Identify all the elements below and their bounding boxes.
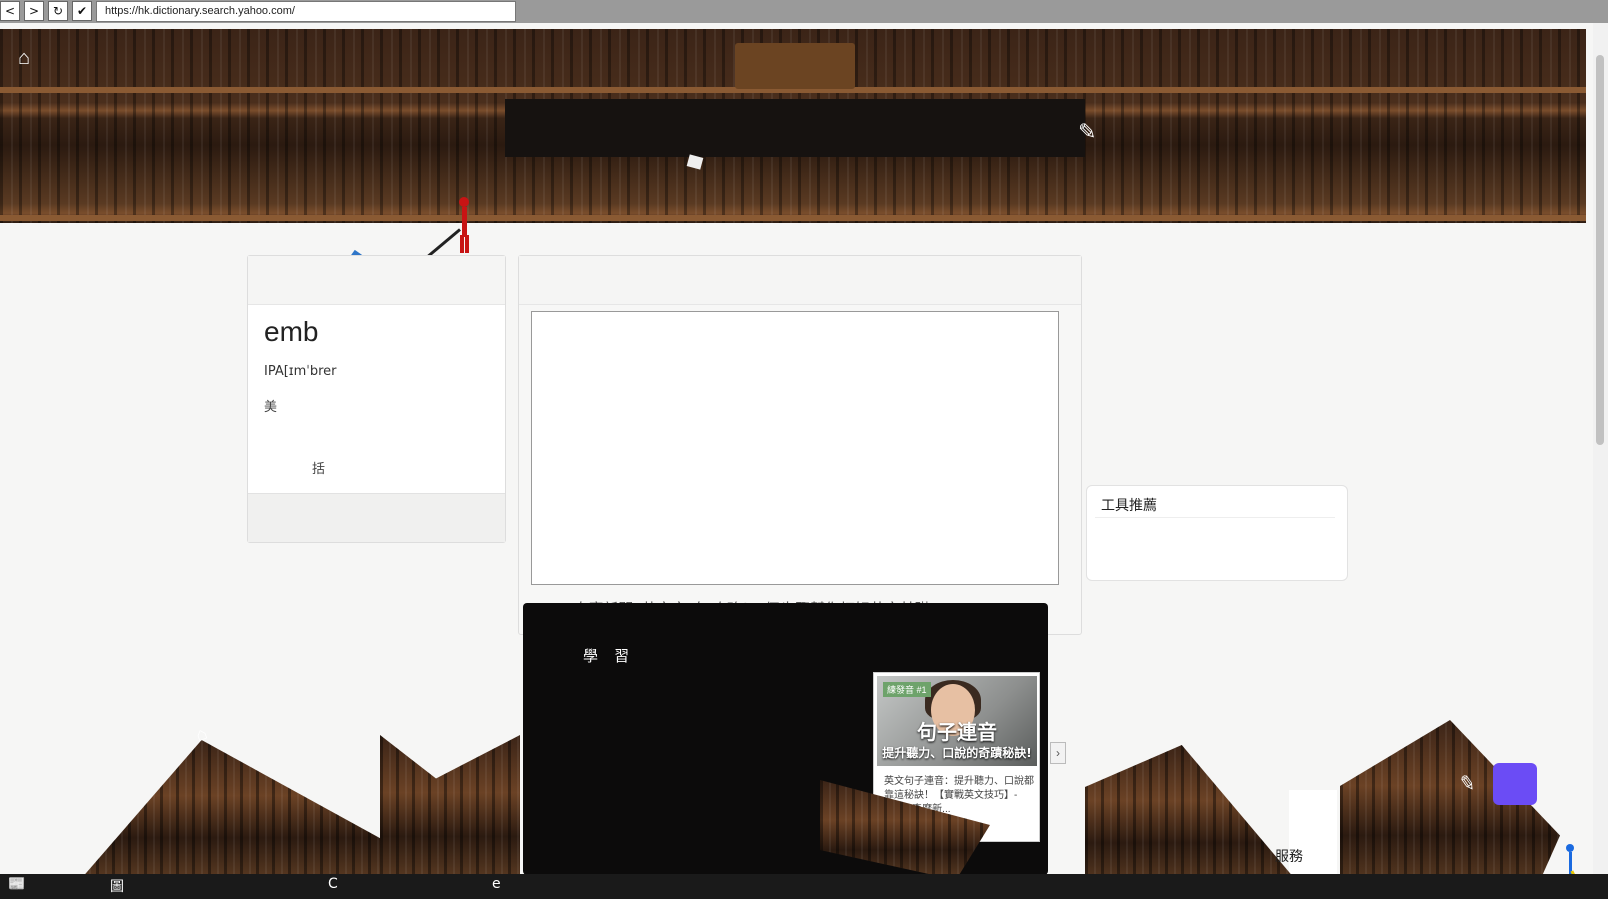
shelf-fragment: [1085, 745, 1300, 885]
next-arrow-button[interactable]: ›: [1050, 742, 1066, 764]
forward-button[interactable]: >: [24, 1, 44, 21]
browser-toolbar: < > ↻ ✔ https://hk.dictionary.search.yah…: [0, 0, 1608, 23]
entry-card: emb IPA[ɪmˈbrer 美 括: [247, 255, 506, 543]
banner-box: [735, 43, 855, 89]
thumb-subtitle: 提升聽力、口說的奇蹟秘訣!: [882, 746, 1032, 760]
main-card-header: [519, 256, 1081, 305]
home-icon[interactable]: ⌂: [18, 47, 40, 69]
header-banner: ⌂ ✎: [0, 29, 1586, 223]
tools-title: 工具推薦: [1095, 492, 1335, 518]
entry-card-footer: [248, 493, 505, 542]
shelf-fragment: [80, 740, 400, 880]
share-button[interactable]: [1493, 763, 1537, 805]
search-area[interactable]: [505, 99, 1085, 157]
back-button[interactable]: <: [0, 1, 20, 21]
scrollbar-thumb[interactable]: [1596, 55, 1604, 445]
page-scrollbar[interactable]: [1593, 23, 1608, 899]
learning-label: 學 習: [583, 648, 636, 665]
go-button[interactable]: ✔: [72, 1, 92, 21]
entry-pos: 美: [264, 399, 278, 414]
shelf-board: [0, 215, 1586, 221]
taskbar-item[interactable]: 📰: [8, 876, 25, 892]
pencil-icon[interactable]: ✎: [1078, 119, 1104, 145]
taskbar-item[interactable]: e: [492, 876, 501, 892]
taskbar: [0, 874, 1608, 899]
entry-more[interactable]: 括: [312, 458, 325, 477]
article-thumbnail: 練發音 #1 句子連音 提升聽力、口說的奇蹟秘訣!: [877, 676, 1037, 766]
video-player[interactable]: [531, 311, 1059, 585]
reload-button[interactable]: ↻: [48, 1, 68, 21]
entry-word: emb: [264, 316, 319, 347]
tools-card: 工具推薦: [1086, 485, 1348, 581]
services-link[interactable]: 服務: [1275, 846, 1303, 866]
shelf-fragment: [380, 735, 520, 880]
taskbar-item[interactable]: 圖: [110, 876, 124, 896]
home-icon: ⌂: [192, 722, 210, 746]
services-card: [1289, 790, 1337, 886]
address-bar[interactable]: https://hk.dictionary.search.yahoo.com/: [96, 1, 516, 22]
entry-card-header: [248, 256, 505, 305]
thumb-badge: 練發音 #1: [883, 682, 931, 697]
thumb-title: 句子連音: [917, 720, 997, 744]
taskbar-item[interactable]: C: [328, 876, 338, 892]
entry-ipa: IPA[ɪmˈbrer: [264, 364, 337, 379]
red-stick-figure: [455, 197, 473, 257]
